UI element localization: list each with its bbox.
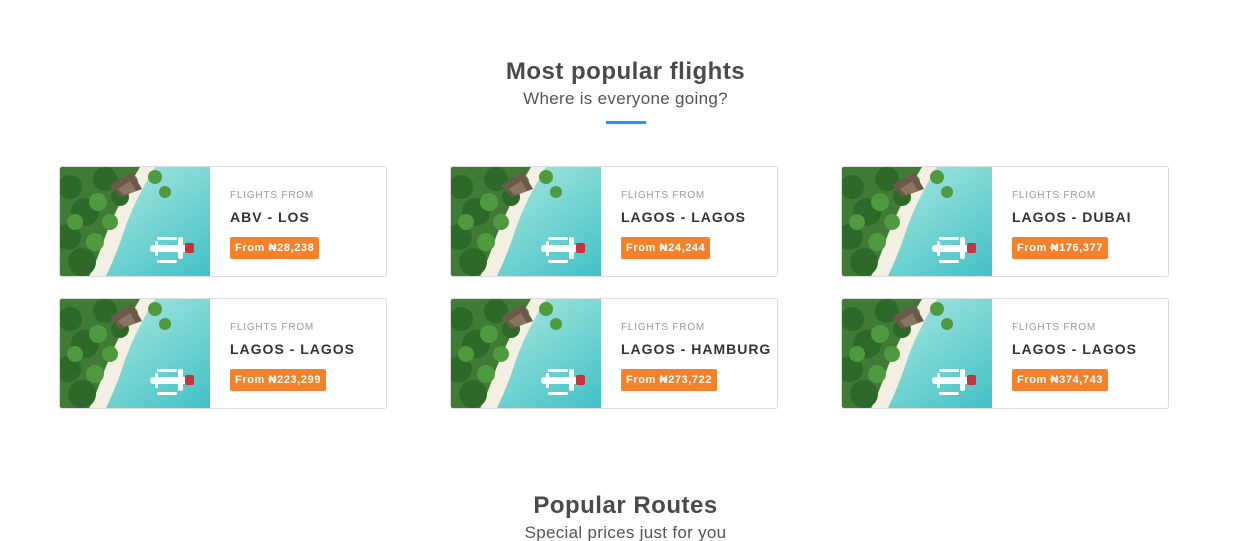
price-badge: From ₦374,743	[1012, 369, 1109, 391]
price-badge: From ₦223,299	[230, 369, 327, 391]
card-route: LAGOS - LAGOS	[230, 341, 355, 357]
card-row: FLIGHTS FROM LAGOS - LAGOS From ₦223,299	[59, 298, 1169, 409]
card-eyebrow: FLIGHTS FROM	[1012, 190, 1097, 201]
section-subtitle: Special prices just for you	[524, 523, 727, 541]
popular-routes-header: Popular Routes Special prices just for y…	[0, 491, 1251, 541]
card-info: FLIGHTS FROM LAGOS - HAMBURG From ₦273,7…	[601, 299, 771, 408]
card-info: FLIGHTS FROM LAGOS - LAGOS From ₦374,743	[992, 299, 1137, 408]
popular-flights-header: Most popular flights Where is everyone g…	[0, 57, 1251, 124]
section-subtitle: Where is everyone going?	[523, 89, 728, 108]
card-info: FLIGHTS FROM LAGOS - DUBAI From ₦176,377	[992, 167, 1132, 276]
flight-cards-grid: FLIGHTS FROM ABV - LOS From ₦28,238 FLIG…	[59, 166, 1169, 430]
price-badge: From ₦176,377	[1012, 237, 1109, 259]
card-route: ABV - LOS	[230, 209, 310, 225]
card-route: LAGOS - DUBAI	[1012, 209, 1132, 225]
card-info: FLIGHTS FROM LAGOS - LAGOS From ₦24,244	[601, 167, 746, 276]
section-title: Most popular flights	[505, 58, 746, 85]
price-badge: From ₦24,244	[621, 237, 711, 259]
flight-card[interactable]: FLIGHTS FROM LAGOS - DUBAI From ₦176,377	[841, 166, 1169, 277]
flight-card[interactable]: FLIGHTS FROM LAGOS - LAGOS From ₦24,244	[450, 166, 778, 277]
card-eyebrow: FLIGHTS FROM	[621, 322, 706, 333]
title-divider	[605, 121, 646, 124]
card-eyebrow: FLIGHTS FROM	[230, 322, 315, 333]
price-badge: From ₦273,722	[621, 369, 718, 391]
destination-image	[60, 167, 210, 276]
flight-card[interactable]: FLIGHTS FROM LAGOS - LAGOS From ₦223,299	[59, 298, 387, 409]
flight-card[interactable]: FLIGHTS FROM LAGOS - HAMBURG From ₦273,7…	[450, 298, 778, 409]
card-row: FLIGHTS FROM ABV - LOS From ₦28,238 FLIG…	[59, 166, 1169, 277]
flight-card[interactable]: FLIGHTS FROM ABV - LOS From ₦28,238	[59, 166, 387, 277]
card-eyebrow: FLIGHTS FROM	[621, 190, 706, 201]
flight-card[interactable]: FLIGHTS FROM LAGOS - LAGOS From ₦374,743	[841, 298, 1169, 409]
card-route: LAGOS - LAGOS	[1012, 341, 1137, 357]
card-eyebrow: FLIGHTS FROM	[1012, 322, 1097, 333]
destination-image	[451, 299, 601, 408]
destination-image	[842, 167, 992, 276]
page: Most popular flights Where is everyone g…	[0, 0, 1251, 541]
destination-image	[60, 299, 210, 408]
card-info: FLIGHTS FROM LAGOS - LAGOS From ₦223,299	[210, 299, 355, 408]
destination-image	[451, 167, 601, 276]
section-title: Popular Routes	[533, 492, 718, 519]
card-eyebrow: FLIGHTS FROM	[230, 190, 315, 201]
card-route: LAGOS - LAGOS	[621, 209, 746, 225]
card-route: LAGOS - HAMBURG	[621, 341, 772, 357]
card-info: FLIGHTS FROM ABV - LOS From ₦28,238	[210, 167, 320, 276]
price-badge: From ₦28,238	[230, 237, 320, 259]
destination-image	[842, 299, 992, 408]
